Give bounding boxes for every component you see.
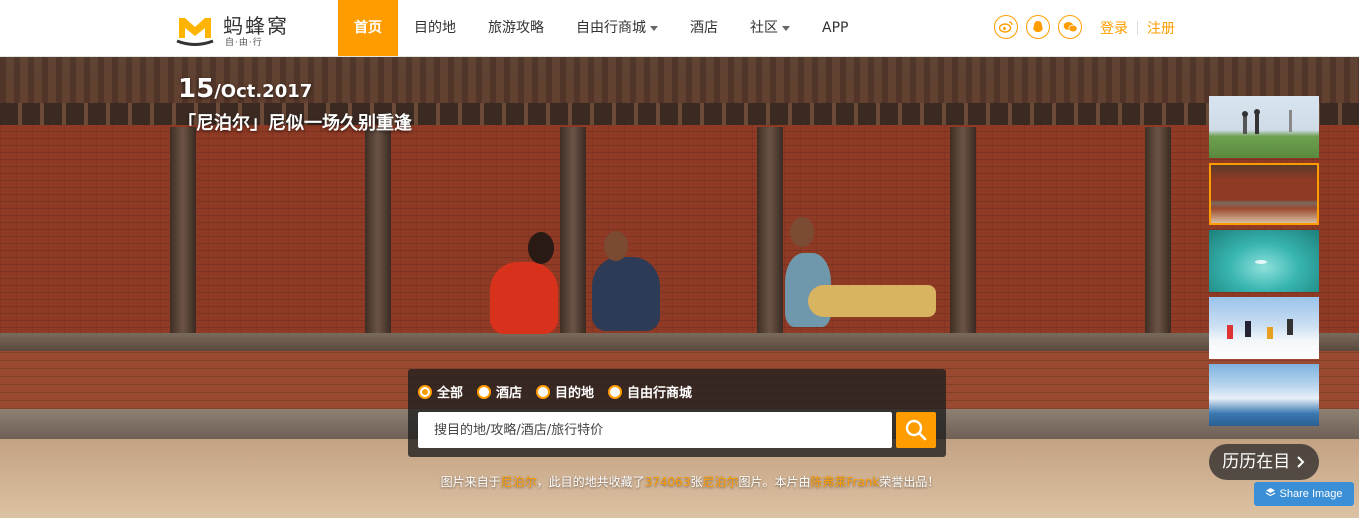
qq-icon[interactable] (1026, 15, 1050, 39)
hero-date: 15/Oct.2017 (178, 74, 312, 104)
logo-icon (176, 18, 214, 46)
radio-icon (418, 384, 432, 399)
nav-item-label: 旅游攻略 (488, 20, 544, 36)
register-link[interactable]: 注册 (1147, 21, 1175, 37)
thumbnail-4-image (1227, 319, 1293, 339)
search-icon (905, 419, 927, 441)
photo-credit: 图片来自于尼泊尔，此目的地共收藏了374063张尼泊尔图片。本片由陈弗莱Fran… (0, 473, 1359, 490)
hero-photo-pillar (170, 127, 196, 337)
nav-item-label: 酒店 (690, 20, 718, 36)
radio-icon (608, 384, 623, 399)
credit-text: 图片来自于 (440, 475, 501, 489)
top-header: 蚂蜂窝 自·由·行 首页 目的地 旅游攻略 自由行商城 酒店 社区 APP 登录 注册 (0, 0, 1359, 57)
credit-count: 374063 (644, 475, 691, 489)
hero-photo-pillar (950, 127, 976, 337)
hero-photo-person-head (604, 231, 628, 261)
thumbnail-5[interactable] (1209, 364, 1319, 426)
auth-divider (1137, 21, 1138, 35)
radio-icon (477, 384, 492, 399)
thumbnail-2[interactable] (1209, 163, 1319, 225)
thumbnail-4[interactable] (1209, 297, 1319, 359)
thumbnail-3-image (1255, 260, 1267, 264)
hero-title[interactable]: 「尼泊尔」尼似一场久别重逢 (178, 109, 412, 135)
hero-photo-pillar (1145, 127, 1171, 337)
thumbnail-1[interactable] (1209, 96, 1319, 158)
social-login-group (994, 15, 1082, 39)
login-link[interactable]: 登录 (1100, 21, 1128, 37)
hero-photo-pillar (757, 127, 783, 337)
nav-item-label: 首页 (354, 20, 382, 36)
search-type-label: 目的地 (555, 386, 595, 401)
nav-item-1[interactable]: 目的地 (398, 0, 472, 56)
main-nav: 首页 目的地 旅游攻略 自由行商城 酒店 社区 APP (338, 0, 864, 56)
layers-icon (1266, 488, 1276, 497)
hero-photo-pillar (365, 127, 391, 337)
chevron-right-icon (1296, 456, 1305, 468)
thumbnail-strip (1209, 96, 1319, 431)
credit-text: 荣誉出品！ (879, 475, 940, 489)
hero-photo-ledge (0, 333, 1359, 351)
search-type-option-3[interactable]: 自由行商城 (608, 382, 692, 401)
hero-date-day: 15 (178, 74, 215, 104)
search-input[interactable] (418, 412, 892, 448)
search-type-option-0[interactable]: 全部 (418, 382, 463, 401)
hero-photo-pillar (560, 127, 586, 337)
nav-item-5[interactable]: 社区 (734, 0, 806, 56)
wechat-icon[interactable] (1058, 15, 1082, 39)
share-image-label: Share Image (1279, 488, 1343, 500)
hero-photo-person (490, 262, 558, 334)
weibo-icon[interactable] (994, 15, 1018, 39)
search-type-option-2[interactable]: 目的地 (536, 382, 594, 401)
search-type-label: 酒店 (496, 386, 523, 401)
search-button[interactable] (896, 412, 936, 448)
share-image-button[interactable]: Share Image (1254, 482, 1354, 506)
more-photos-label: 历历在目 (1222, 452, 1291, 472)
chevron-down-icon (782, 25, 790, 31)
hero-photo-person-legs (808, 285, 936, 317)
credit-text: 张 (690, 475, 703, 489)
radio-icon (536, 384, 551, 399)
nav-item-4[interactable]: 酒店 (674, 0, 734, 56)
search-type-label: 全部 (437, 386, 464, 401)
nav-item-0[interactable]: 首页 (338, 0, 398, 56)
nav-item-label: 自由行商城 (576, 20, 646, 36)
thumbnail-3[interactable] (1209, 230, 1319, 292)
hero-banner[interactable]: 15/Oct.2017 「尼泊尔」尼似一场久别重逢 历历在目 全部 酒店 目的地 自由… (0, 57, 1359, 518)
credit-place-link[interactable]: 尼泊尔 (501, 475, 537, 489)
credit-text: 图片。本片由 (738, 475, 811, 489)
chevron-down-icon (650, 25, 658, 31)
credit-place-link-2[interactable]: 尼泊尔 (702, 475, 738, 489)
nav-item-label: 目的地 (414, 20, 456, 36)
credit-text: ，此目的地共收藏了 (536, 475, 645, 489)
hero-photo-person-head (790, 217, 814, 247)
nav-item-label: 社区 (750, 20, 778, 36)
hero-date-month: /Oct.2017 (214, 81, 313, 102)
thumbnail-1-image (1242, 109, 1292, 134)
search-panel: 全部 酒店 目的地 自由行商城 (408, 369, 946, 457)
search-type-group: 全部 酒店 目的地 自由行商城 (418, 382, 692, 401)
logo[interactable]: 蚂蜂窝 自·由·行 (175, 10, 305, 48)
search-type-label: 自由行商城 (627, 386, 693, 401)
auth-links: 登录 注册 (1100, 18, 1175, 38)
hero-photo-person-head (528, 232, 554, 264)
nav-item-label: APP (822, 20, 849, 36)
hero-photo-person (592, 257, 660, 331)
nav-item-2[interactable]: 旅游攻略 (472, 0, 560, 56)
logo-tagline: 自·由·行 (225, 38, 263, 48)
nav-item-3[interactable]: 自由行商城 (560, 0, 674, 56)
search-type-option-1[interactable]: 酒店 (477, 382, 522, 401)
credit-author-link[interactable]: 陈弗莱Frank (811, 475, 880, 489)
nav-item-6[interactable]: APP (806, 0, 864, 56)
